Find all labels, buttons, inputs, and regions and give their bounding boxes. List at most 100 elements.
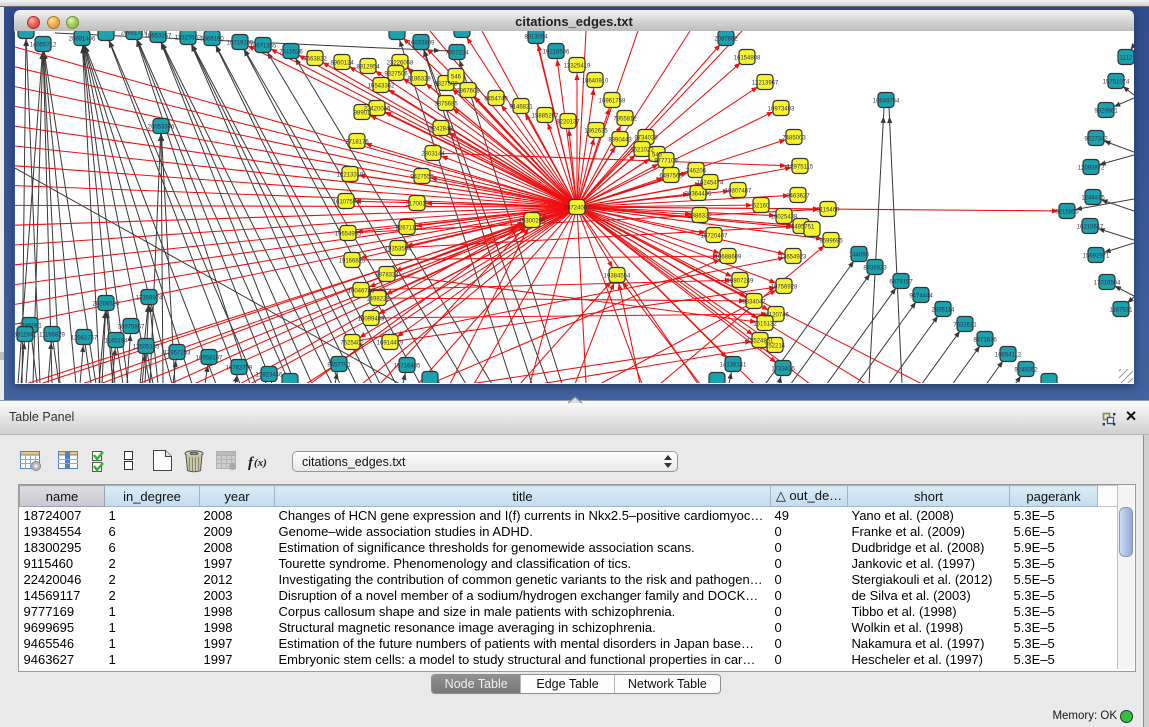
- svg-text:16099489: 16099489: [358, 316, 385, 322]
- svg-text:11156829: 11156829: [39, 332, 65, 338]
- svg-text:10648764: 10648764: [873, 98, 900, 104]
- svg-text:1167531: 1167531: [1110, 307, 1134, 313]
- svg-text:20206526: 20206526: [93, 301, 120, 307]
- svg-text:2803144: 2803144: [421, 151, 445, 157]
- svg-text:12505135: 12505135: [133, 344, 160, 350]
- svg-text:23226058: 23226058: [387, 60, 414, 66]
- svg-text:12213967: 12213967: [752, 80, 779, 86]
- svg-text:1485061: 1485061: [18, 323, 42, 329]
- svg-text:19384554: 19384554: [604, 273, 631, 279]
- svg-text:2087662: 2087662: [714, 36, 738, 42]
- svg-text:8454749: 8454749: [484, 96, 508, 102]
- svg-text:9327508: 9327508: [434, 81, 458, 87]
- svg-text:15692971: 15692971: [1083, 253, 1110, 259]
- svg-text:9734028: 9734028: [634, 135, 658, 141]
- svg-text:20364436: 20364436: [685, 191, 712, 197]
- svg-text:17359924: 17359924: [136, 295, 163, 301]
- svg-text:8960124: 8960124: [330, 60, 354, 66]
- svg-text:10046746: 10046746: [348, 288, 375, 294]
- svg-text:10688609: 10688609: [715, 254, 742, 260]
- svg-text:19756928: 19756928: [771, 284, 798, 290]
- svg-text:10671355: 10671355: [250, 43, 277, 49]
- svg-text:19218506: 19218506: [543, 49, 570, 55]
- svg-text:17957253: 17957253: [164, 350, 191, 356]
- svg-text:18640910: 18640910: [582, 78, 609, 84]
- svg-text:16154808: 16154808: [734, 55, 761, 61]
- svg-text:16245474: 16245474: [697, 180, 724, 186]
- svg-text:9777109: 9777109: [654, 158, 678, 164]
- svg-text:11527602: 11527602: [175, 35, 202, 41]
- svg-text:16914479: 16914479: [377, 340, 404, 346]
- svg-text:9327506: 9327506: [384, 71, 408, 77]
- svg-text:8215955: 8215955: [1055, 209, 1079, 215]
- svg-text:8471676: 8471676: [973, 337, 997, 343]
- svg-text:546: 546: [451, 74, 462, 80]
- svg-text:7515526: 7515526: [279, 49, 303, 55]
- svg-text:13495751: 13495751: [788, 224, 815, 230]
- svg-text:2867608: 2867608: [456, 88, 480, 94]
- svg-text:7357224: 7357224: [445, 50, 469, 56]
- svg-text:18807249: 18807249: [727, 278, 754, 284]
- svg-text:2170011: 2170011: [406, 201, 430, 207]
- svg-text:8990443: 8990443: [608, 137, 632, 143]
- svg-text:3911941: 3911941: [15, 332, 37, 338]
- svg-text:6497568: 6497568: [659, 173, 683, 179]
- svg-text:1244415: 1244415: [1081, 195, 1105, 201]
- svg-text:12093872: 12093872: [1078, 165, 1105, 171]
- svg-text:16543362: 16543362: [368, 83, 395, 89]
- svg-text:13654923: 13654923: [780, 254, 807, 260]
- svg-text:12923446: 12923446: [256, 372, 283, 378]
- svg-text:10807487: 10807487: [725, 188, 752, 194]
- svg-text:8912954: 8912954: [356, 64, 380, 70]
- svg-text:16033809: 16033809: [408, 40, 435, 46]
- svg-text:9329961: 9329961: [1094, 108, 1118, 114]
- svg-text:2718176: 2718176: [345, 139, 369, 145]
- svg-text:14136141: 14136141: [720, 362, 747, 368]
- svg-text:1112: 1112: [1120, 55, 1133, 61]
- svg-text:8186328: 8186328: [407, 76, 431, 82]
- svg-text:1498222: 1498222: [366, 296, 390, 302]
- svg-text:12213319: 12213319: [337, 172, 364, 178]
- svg-text:10973493: 10973493: [768, 106, 795, 112]
- svg-text:1145194: 1145194: [105, 338, 129, 344]
- svg-text:10025438: 10025438: [771, 214, 798, 220]
- svg-text:15720407: 15720407: [701, 233, 728, 239]
- svg-text:9427552: 9427552: [410, 174, 434, 180]
- svg-text:3875685: 3875685: [434, 101, 458, 107]
- svg-text:2386322: 2386322: [688, 213, 712, 219]
- svg-text:19166825: 19166825: [339, 258, 366, 264]
- svg-text:(x): (x): [254, 457, 267, 469]
- svg-text:8938923: 8938923: [863, 265, 887, 271]
- svg-text:13325419: 13325419: [564, 63, 591, 69]
- svg-text:6879197: 6879197: [889, 279, 913, 285]
- svg-text:9227342: 9227342: [1084, 136, 1108, 142]
- svg-text:16961758: 16961758: [599, 98, 626, 104]
- svg-text:252214: 252214: [765, 343, 786, 349]
- svg-text:1615132: 1615132: [753, 321, 777, 327]
- svg-text:3267110: 3267110: [396, 225, 420, 231]
- svg-text:12975115: 12975115: [787, 164, 814, 170]
- svg-text:30975867: 30975867: [118, 324, 145, 330]
- svg-text:10958107: 10958107: [196, 355, 223, 361]
- svg-text:2935114: 2935114: [932, 307, 956, 313]
- svg-text:9245052: 9245052: [1014, 367, 1038, 373]
- svg-text:8220137: 8220137: [556, 119, 580, 125]
- svg-text:98901: 98901: [354, 110, 371, 116]
- svg-text:9834047: 9834047: [742, 299, 766, 305]
- svg-text:62160: 62160: [753, 203, 770, 209]
- svg-text:15716485: 15716485: [394, 363, 421, 369]
- svg-text:16782759: 16782759: [226, 365, 253, 371]
- svg-text:9474444: 9474444: [909, 293, 933, 299]
- svg-text:9463627: 9463627: [786, 193, 810, 199]
- svg-text:16210647: 16210647: [1077, 224, 1104, 230]
- svg-text:15885207: 15885207: [532, 113, 559, 119]
- svg-text:8878334: 8878334: [375, 272, 399, 278]
- svg-text:12942757: 12942757: [71, 335, 98, 341]
- svg-text:10654112: 10654112: [995, 352, 1022, 358]
- svg-text:19353594: 19353594: [385, 246, 412, 252]
- svg-text:9457791: 9457791: [327, 362, 351, 368]
- svg-text:9242848: 9242848: [429, 126, 453, 132]
- svg-text:6966160: 6966160: [200, 36, 224, 42]
- svg-text:1621022: 1621022: [630, 147, 654, 153]
- svg-text:20053346: 20053346: [148, 124, 175, 130]
